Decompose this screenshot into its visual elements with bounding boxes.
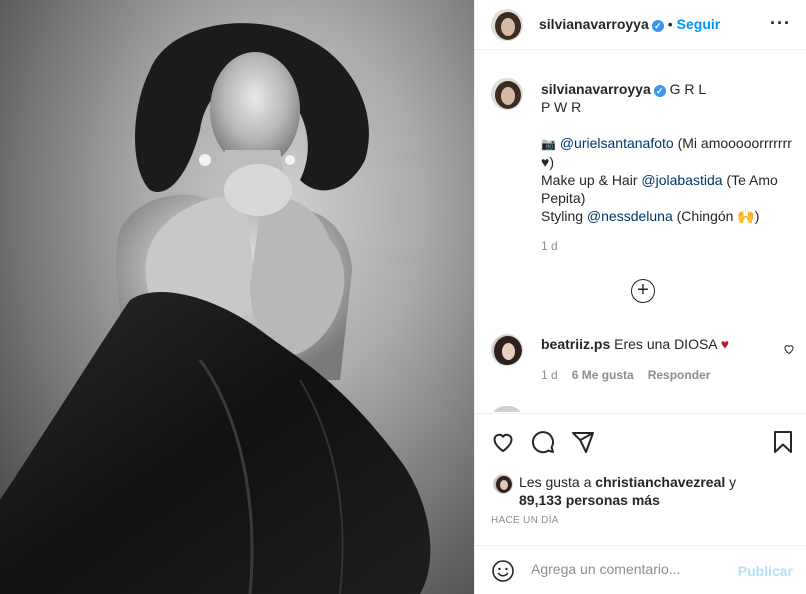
author-username[interactable]: silvianavarroyya	[539, 16, 649, 32]
comment-icon[interactable]	[531, 430, 555, 454]
publish-button[interactable]: Publicar	[738, 563, 793, 579]
comment-username[interactable]: beatriiz.ps	[541, 336, 610, 352]
verified-icon: ✓	[651, 20, 664, 32]
likes-summary: Les gusta a christianchavezreal y 89,133…	[519, 473, 789, 509]
reply-button[interactable]: Responder	[648, 368, 711, 382]
makeup-prefix: Make up & Hair	[541, 172, 642, 188]
caption-text-line2: P W R	[541, 99, 582, 115]
comment-likes[interactable]: 6 Me gusta	[572, 368, 634, 382]
caption-time[interactable]: 1 d	[541, 237, 797, 255]
comment-input[interactable]	[531, 561, 731, 577]
comment-text: Eres una DIOSA	[614, 336, 717, 352]
load-more-comments-icon[interactable]: +	[631, 279, 655, 303]
camera-icon: 📷	[541, 137, 556, 151]
more-options-icon[interactable]: ···	[770, 14, 791, 32]
post-caption: silvianavarroyya ✓ G R L P W R 📷 @urielsa…	[541, 80, 797, 255]
likes-middle: y	[725, 474, 737, 490]
post-timestamp[interactable]: HACE UN DÍA	[491, 515, 559, 526]
comments-scroll-area[interactable]: silvianavarroyya ✓ G R L P W R 📷 @urielsa…	[475, 56, 806, 412]
post-side-panel: silvianavarroyya ✓ • Seguir ··· silvianavar…	[474, 0, 806, 594]
next-comment-avatar	[491, 406, 523, 412]
heart-icon[interactable]	[491, 430, 515, 454]
commenter-avatar[interactable]	[491, 334, 523, 366]
caption-username[interactable]: silvianavarroyya	[541, 81, 651, 97]
comment-meta: 1 d 6 Me gusta Responder	[541, 368, 710, 382]
separator-dot: •	[667, 16, 673, 32]
post-actions: Les gusta a christianchavezreal y 89,133…	[475, 413, 806, 594]
caption-avatar[interactable]	[491, 78, 523, 110]
mention-photographer[interactable]: @urielsantanafoto	[560, 135, 674, 151]
likes-prefix: Les gusta a	[519, 474, 596, 490]
caption-text-line1: G R L	[669, 81, 707, 97]
styling-prefix: Styling	[541, 208, 587, 224]
mention-styling[interactable]: @nessdeluna	[587, 208, 673, 224]
likes-count[interactable]: 89,133 personas más	[519, 492, 660, 508]
comment-time[interactable]: 1 d	[541, 368, 558, 382]
post-photo[interactable]	[0, 0, 474, 594]
comment-item: beatriiz.ps Eres una DIOSA ♥	[541, 335, 771, 353]
mention-makeup[interactable]: @jolabastida	[641, 172, 722, 188]
share-icon[interactable]	[571, 430, 595, 454]
liker-avatar[interactable]	[493, 474, 513, 494]
post-header: silvianavarroyya ✓ • Seguir ···	[475, 0, 806, 50]
liker-username[interactable]: christianchavezreal	[595, 474, 725, 490]
author-avatar[interactable]	[491, 9, 523, 41]
bookmark-icon[interactable]	[771, 430, 795, 454]
verified-icon: ✓	[653, 85, 666, 97]
like-comment-icon[interactable]	[783, 343, 795, 355]
portrait-illustration	[0, 23, 431, 594]
add-comment-bar: Publicar	[475, 545, 806, 594]
red-heart-icon: ♥	[720, 336, 730, 352]
follow-button[interactable]: Seguir	[677, 16, 721, 32]
styling-note: (Chingón 🙌)	[672, 208, 760, 224]
emoji-icon[interactable]	[491, 559, 515, 583]
